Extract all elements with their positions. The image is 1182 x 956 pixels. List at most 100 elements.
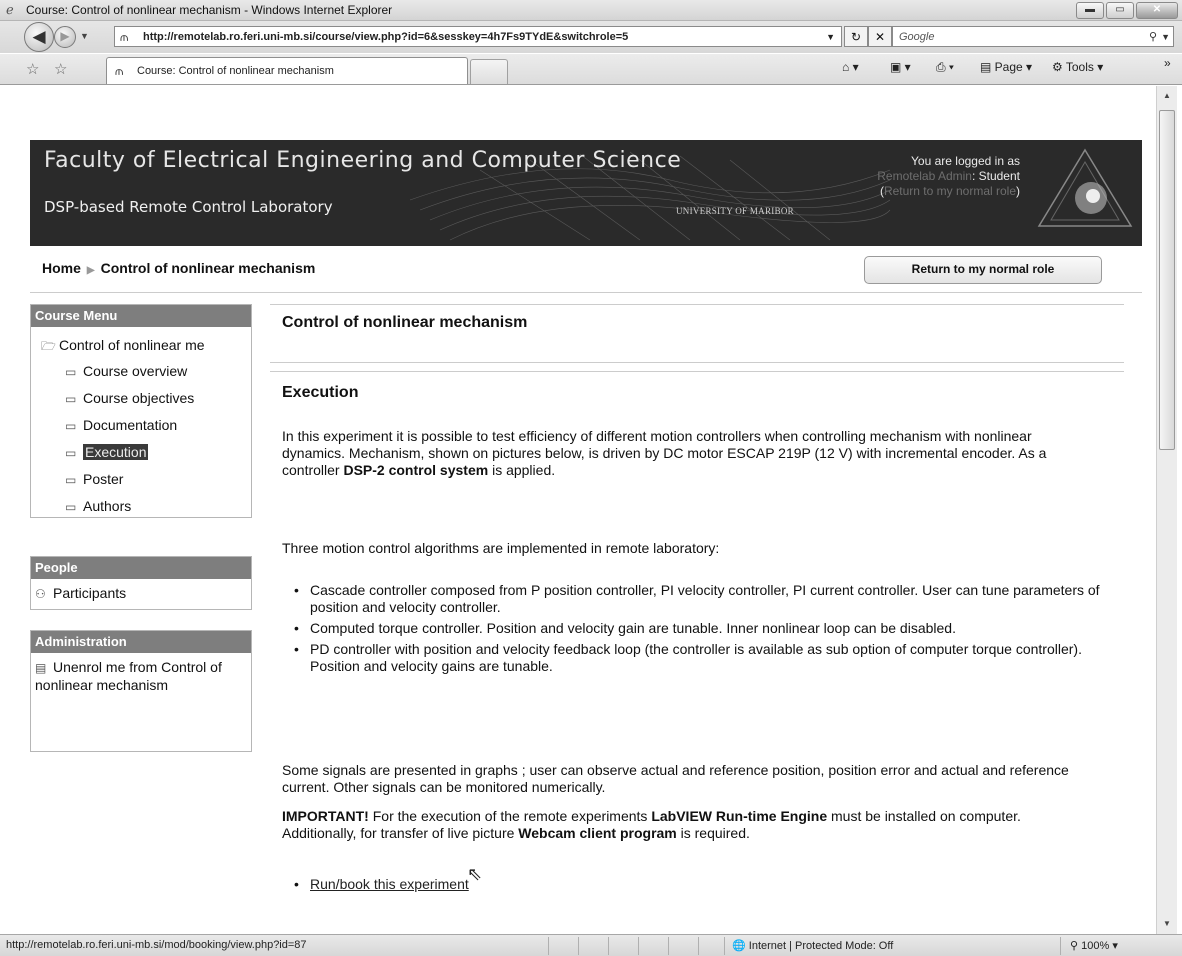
intro-paragraph: In this experiment it is possible to tes… (282, 428, 1082, 479)
unenrol-link[interactable]: ▤ Unenrol me from Control of nonlinear me… (35, 659, 235, 694)
maximize-button[interactable]: ▭ (1106, 2, 1134, 19)
status-divider (638, 937, 639, 955)
site-favicon-icon: ⫙ (120, 30, 129, 44)
favorites-star-icon[interactable]: ☆ (26, 60, 39, 78)
address-field[interactable]: ⫙ http://remotelab.ro.feri.uni-mb.si/cou… (114, 26, 842, 47)
tab-favicon-icon: ⫙ (115, 64, 124, 78)
security-zone[interactable]: 🌐 Internet | Protected Mode: Off (732, 939, 893, 952)
return-role-link[interactable]: Return to my normal role (884, 184, 1016, 198)
return-normal-role-button[interactable]: Return to my normal role (864, 256, 1102, 284)
search-dropdown-icon[interactable]: ▼ (1161, 27, 1170, 47)
feeds-icon[interactable]: ▣ ▾ (890, 60, 911, 74)
vertical-scrollbar[interactable]: ▲ ▼ (1156, 86, 1177, 934)
unenrol-label: Unenrol me from Control of nonlinear mec… (35, 659, 222, 693)
menu-item-course-objectives[interactable]: ▭ Course objectives (65, 390, 194, 406)
tools-menu[interactable]: ⚙ Tools ▾ (1052, 60, 1103, 74)
status-divider (698, 937, 699, 955)
zoom-control[interactable]: ⚲ 100% ▾ (1070, 939, 1118, 952)
chevron-more-icon[interactable]: » (1164, 56, 1171, 70)
divider-course (270, 362, 1124, 363)
logged-in-label: You are logged in as (911, 154, 1020, 168)
list-item: Computed torque controller. Position and… (284, 620, 1124, 637)
menu-item-label: Execution (83, 444, 149, 460)
address-dropdown-icon[interactable]: ▼ (826, 27, 835, 48)
address-toolbar: ◀ ▶ ▼ ⫙ http://remotelab.ro.feri.uni-mb.… (0, 21, 1182, 53)
window-controls: ▬ ▭ ✕ (1076, 2, 1178, 19)
history-dropdown[interactable]: ▼ (80, 31, 89, 41)
menu-item-documentation[interactable]: ▭ Documentation (65, 417, 177, 433)
page-icon: ▤ (980, 60, 995, 74)
security-zone-label: Internet | Protected Mode: Off (748, 940, 894, 952)
intro-text-b: is applied. (488, 462, 556, 478)
signals-paragraph: Some signals are presented in graphs ; u… (282, 762, 1069, 795)
webcam-bold: Webcam client program (518, 825, 677, 841)
scroll-thumb[interactable] (1159, 110, 1175, 450)
course-menu-root[interactable]: 🗁 Control of nonlinear me (41, 337, 251, 358)
folder-icon: ▭ (65, 500, 77, 514)
page-menu[interactable]: ▤ Page ▾ (980, 60, 1032, 74)
search-input[interactable]: Google ⚲ ▼ (892, 26, 1174, 47)
home-icon[interactable]: ⌂ ▾ (842, 60, 859, 74)
scroll-down-icon[interactable]: ▼ (1159, 916, 1175, 932)
tab-active[interactable]: ⫙ Course: Control of nonlinear mechanism (106, 57, 468, 84)
mouse-pointer-icon: ⇖ (467, 864, 483, 884)
folder-icon: ▭ (65, 473, 77, 487)
menu-item-label: Course objectives (83, 390, 195, 406)
menu-item-poster[interactable]: ▭ Poster (65, 471, 123, 487)
menu-item-label: Documentation (83, 417, 178, 433)
administration-block: Administration ▤ Unenrol me from Control … (30, 630, 252, 752)
back-arrow-icon: ◀ (32, 27, 46, 46)
divider-top (270, 304, 1124, 305)
menu-item-authors[interactable]: ▭ Authors (65, 498, 131, 514)
stop-icon: ✕ (874, 30, 886, 44)
search-icon[interactable]: ⚲ (1149, 27, 1157, 47)
breadcrumb: Home ▶ Control of nonlinear mechanism (42, 260, 315, 276)
labview-bold: LabVIEW Run-time Engine (651, 808, 828, 824)
section-title: Execution (282, 384, 359, 401)
intro-bold: DSP-2 control system (343, 462, 489, 478)
refresh-button[interactable]: ↻ (844, 26, 868, 47)
important-text-d: is required. (676, 825, 750, 841)
people-block: People ⚇ Participants (30, 556, 252, 610)
folder-icon: ▭ (65, 419, 77, 433)
breadcrumb-home[interactable]: Home (42, 260, 81, 276)
scroll-up-icon[interactable]: ▲ (1159, 88, 1175, 104)
forward-button[interactable]: ▶ (54, 26, 76, 48)
print-icon[interactable]: ⎙ ▾ (936, 60, 954, 75)
login-info: You are logged in as Remotelab Admin: St… (820, 154, 1020, 199)
run-book-link[interactable]: Run/book this experiment (310, 876, 469, 892)
title-bar: ℯ Course: Control of nonlinear mechanism… (0, 0, 1182, 21)
forward-arrow-icon: ▶ (60, 29, 70, 43)
new-tab-button[interactable] (470, 59, 508, 84)
participants-link[interactable]: ⚇ Participants (35, 585, 126, 601)
status-divider (1060, 937, 1061, 955)
refresh-icon: ↻ (850, 30, 862, 44)
status-divider (578, 937, 579, 955)
course-menu-header: Course Menu (31, 305, 251, 327)
stop-button[interactable]: ✕ (868, 26, 892, 47)
administration-header: Administration (31, 631, 251, 653)
site-banner: Faculty of Electrical Engineering and Co… (30, 140, 1142, 246)
tools-menu-label: Tools (1065, 60, 1094, 74)
search-placeholder: Google (899, 31, 935, 43)
browser-window: ℯ Course: Control of nonlinear mechanism… (0, 0, 1182, 956)
back-button[interactable]: ◀ (24, 22, 54, 52)
zoom-icon: ⚲ (1070, 940, 1082, 952)
add-favorites-icon[interactable]: ☆ (54, 60, 67, 78)
logged-role: : Student (971, 169, 1020, 183)
logged-user-link[interactable]: Remotelab Admin (877, 169, 972, 183)
status-bar: http://remotelab.ro.feri.uni-mb.si/mod/b… (0, 934, 1182, 956)
faculty-name: Faculty of Electrical Engineering and Co… (44, 148, 682, 173)
page-content: Faculty of Electrical Engineering and Co… (4, 86, 1156, 934)
important-paragraph: IMPORTANT! For the execution of the remo… (282, 808, 1082, 842)
folder-open-icon: 🗁 (41, 339, 56, 353)
menu-item-execution[interactable]: ▭ Execution (65, 444, 149, 460)
status-url: http://remotelab.ro.feri.uni-mb.si/mod/b… (6, 939, 307, 951)
tab-bar: ☆ ☆ ⫙ Course: Control of nonlinear mecha… (0, 54, 1182, 85)
close-button[interactable]: ✕ (1136, 2, 1178, 19)
minimize-button[interactable]: ▬ (1076, 2, 1104, 19)
participants-label: Participants (53, 585, 127, 601)
menu-item-course-overview[interactable]: ▭ Course overview (65, 363, 187, 379)
important-label: IMPORTANT! (282, 808, 369, 824)
url-text: http://remotelab.ro.feri.uni-mb.si/cours… (143, 31, 629, 43)
